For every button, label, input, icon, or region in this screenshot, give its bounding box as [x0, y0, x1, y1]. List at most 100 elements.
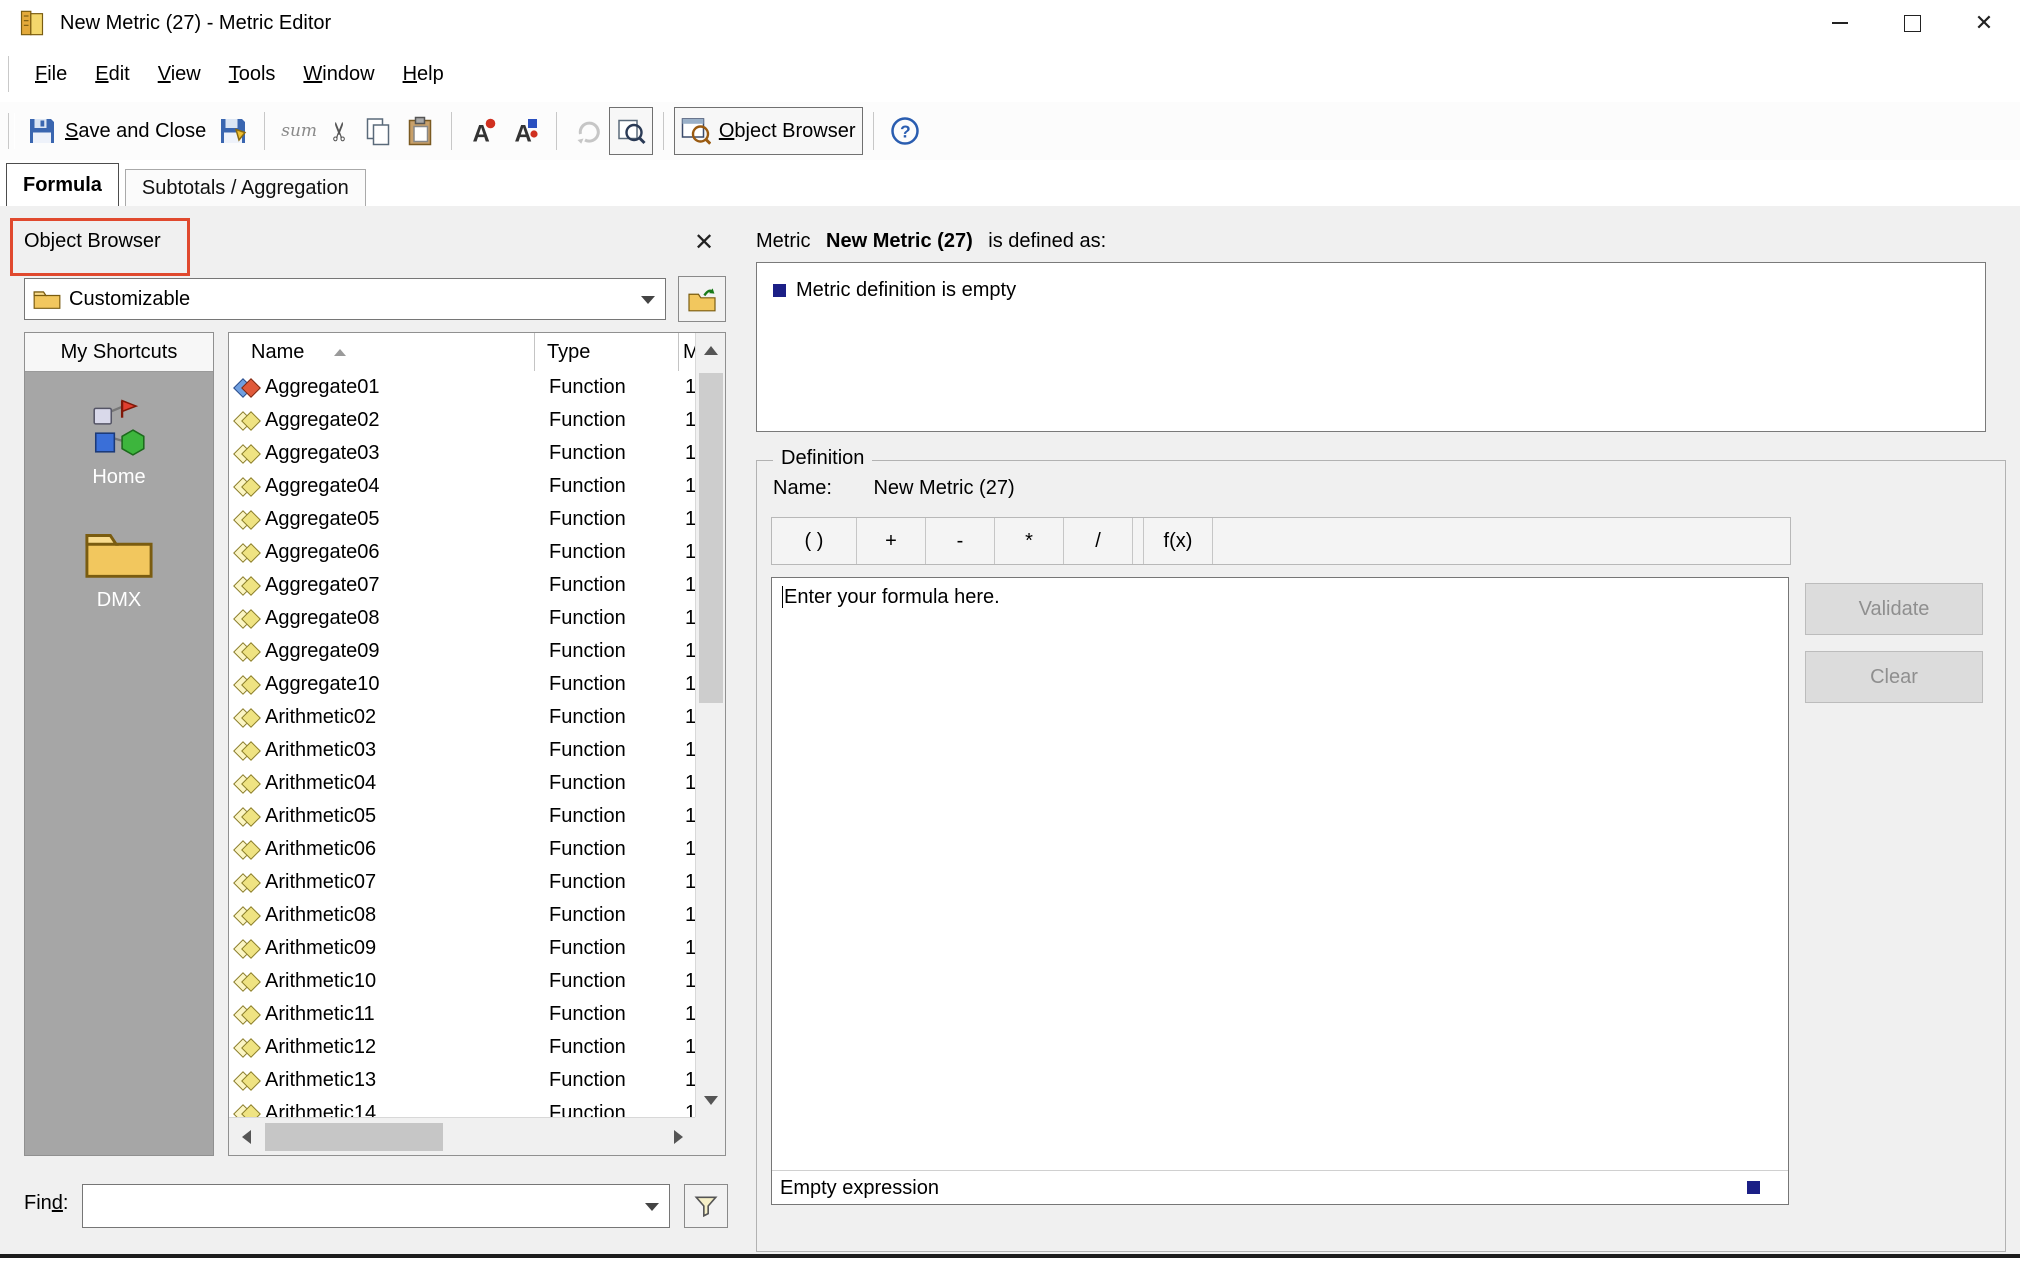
vertical-scrollbar[interactable] [695, 333, 725, 1117]
refresh-button[interactable] [567, 108, 609, 154]
menu-view[interactable]: View [144, 47, 215, 101]
chevron-down-icon [641, 296, 655, 304]
row-modified: 1 [681, 541, 695, 564]
find-combobox[interactable] [82, 1184, 670, 1228]
fx-button[interactable]: f(x) [1143, 518, 1213, 564]
function-icon [235, 1068, 261, 1094]
plus-button[interactable]: + [857, 518, 926, 564]
toolbar-gripper[interactable] [8, 113, 15, 149]
validate-button[interactable]: Validate [1805, 583, 1983, 635]
list-item[interactable]: Arithmetic08 Function 1 [229, 899, 695, 932]
maximize-button[interactable] [1876, 0, 1948, 46]
function-icon [235, 870, 261, 896]
row-name: Arithmetic12 [261, 1036, 537, 1059]
list-item[interactable]: Arithmetic09 Function 1 [229, 932, 695, 965]
insert-operator-button[interactable]: A [504, 108, 546, 154]
object-browser-close-icon[interactable]: ✕ [694, 228, 714, 257]
save-and-close-button[interactable]: Save and Close [21, 108, 212, 154]
vertical-scroll-thumb[interactable] [699, 373, 723, 703]
scroll-down-button[interactable] [696, 1083, 726, 1117]
list-item[interactable]: Aggregate04 Function 1 [229, 470, 695, 503]
list-item[interactable]: Arithmetic14 Function 1 [229, 1097, 695, 1117]
menu-file[interactable]: File [21, 47, 81, 101]
paste-button[interactable] [399, 108, 441, 154]
row-type: Function [537, 1003, 681, 1026]
list-item[interactable]: Arithmetic06 Function 1 [229, 833, 695, 866]
function-icon [235, 738, 261, 764]
list-item[interactable]: Aggregate03 Function 1 [229, 437, 695, 470]
save-as-button[interactable] [212, 108, 254, 154]
column-header-type[interactable]: Type [535, 333, 679, 371]
list-rows: Aggregate01 Function 1 Aggregate02 Funct… [229, 371, 695, 1117]
function-icon [235, 606, 261, 632]
list-item[interactable]: Aggregate02 Function 1 [229, 404, 695, 437]
horizontal-scroll-thumb[interactable] [265, 1123, 443, 1151]
list-item[interactable]: Arithmetic02 Function 1 [229, 701, 695, 734]
sum-button[interactable]: sum [275, 108, 323, 154]
scroll-left-button[interactable] [229, 1119, 263, 1155]
menu-window[interactable]: Window [289, 47, 388, 101]
close-icon: ✕ [1975, 12, 1993, 34]
help-button[interactable]: ? [884, 108, 926, 154]
list-item[interactable]: Aggregate06 Function 1 [229, 536, 695, 569]
function-icon [235, 705, 261, 731]
minimize-button[interactable] [1804, 0, 1876, 46]
function-icon [235, 936, 261, 962]
list-item[interactable]: Aggregate05 Function 1 [229, 503, 695, 536]
filter-button[interactable] [684, 1184, 728, 1228]
cut-button[interactable]: ✂ [323, 108, 357, 154]
browse-up-button[interactable] [678, 276, 726, 322]
list-item[interactable]: Aggregate07 Function 1 [229, 569, 695, 602]
shortcut-home[interactable]: Home [25, 396, 213, 489]
menu-edit[interactable]: Edit [81, 47, 143, 101]
menu-tools[interactable]: Tools [215, 47, 290, 101]
text-caret [782, 586, 783, 608]
horizontal-scrollbar[interactable] [229, 1117, 695, 1155]
list-item[interactable]: Aggregate09 Function 1 [229, 635, 695, 668]
formula-input[interactable]: Enter your formula here. [772, 578, 1788, 1168]
divide-button[interactable]: / [1064, 518, 1133, 564]
parentheses-button[interactable]: ( ) [772, 518, 857, 564]
formula-editor: Enter your formula here. Empty expressio… [771, 577, 1789, 1205]
list-item[interactable]: Arithmetic13 Function 1 [229, 1064, 695, 1097]
row-type: Function [537, 409, 681, 432]
tab-subtotals-aggregation[interactable]: Subtotals / Aggregation [125, 169, 366, 206]
list-item[interactable]: Aggregate08 Function 1 [229, 602, 695, 635]
list-item[interactable]: Arithmetic11 Function 1 [229, 998, 695, 1031]
find-input[interactable] [91, 1194, 625, 1219]
list-item[interactable]: Aggregate10 Function 1 [229, 668, 695, 701]
list-item[interactable]: Arithmetic03 Function 1 [229, 734, 695, 767]
list-item[interactable]: Aggregate01 Function 1 [229, 371, 695, 404]
copy-button[interactable] [357, 108, 399, 154]
row-modified: 1 [681, 1102, 695, 1117]
list-item[interactable]: Arithmetic05 Function 1 [229, 800, 695, 833]
row-name: Arithmetic08 [261, 904, 537, 927]
row-name: Arithmetic14 [261, 1102, 537, 1117]
clear-button[interactable]: Clear [1805, 651, 1983, 703]
row-type: Function [537, 541, 681, 564]
row-modified: 1 [681, 937, 695, 960]
zoom-view-button[interactable] [609, 107, 653, 155]
shortcut-dmx[interactable]: DMX [25, 525, 213, 612]
menu-gripper[interactable] [8, 56, 15, 92]
function-icon [235, 1002, 261, 1028]
list-item[interactable]: Arithmetic12 Function 1 [229, 1031, 695, 1064]
list-item[interactable]: Arithmetic10 Function 1 [229, 965, 695, 998]
close-button[interactable]: ✕ [1948, 0, 2020, 46]
row-type: Function [537, 607, 681, 630]
multiply-button[interactable]: * [995, 518, 1064, 564]
list-item[interactable]: Arithmetic07 Function 1 [229, 866, 695, 899]
row-name: Arithmetic10 [261, 970, 537, 993]
tab-formula[interactable]: Formula [6, 163, 119, 206]
scroll-up-button[interactable] [696, 333, 726, 367]
insert-operator-icon: A [510, 116, 540, 146]
menu-help[interactable]: Help [389, 47, 458, 101]
column-header-name[interactable]: Name [229, 333, 535, 371]
scroll-right-button[interactable] [661, 1119, 695, 1155]
list-item[interactable]: Arithmetic04 Function 1 [229, 767, 695, 800]
row-name: Arithmetic05 [261, 805, 537, 828]
minus-button[interactable]: - [926, 518, 995, 564]
insert-function-button[interactable]: A [462, 108, 504, 154]
object-browser-toggle-button[interactable]: Object Browser [674, 107, 863, 155]
folder-select[interactable]: Customizable [24, 278, 666, 320]
